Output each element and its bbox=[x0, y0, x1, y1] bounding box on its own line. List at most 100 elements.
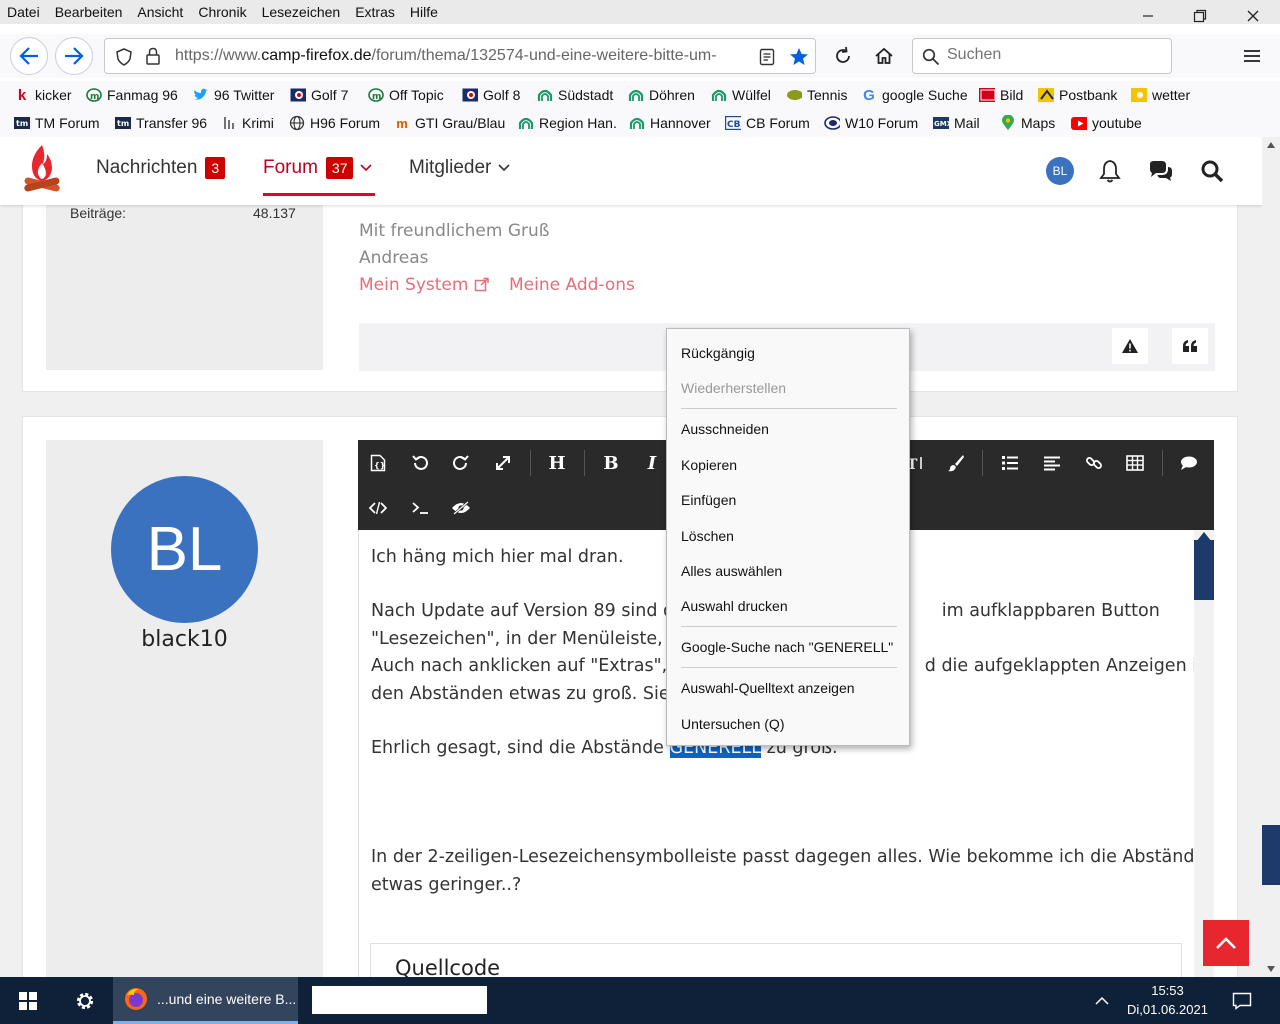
reload-button[interactable] bbox=[829, 42, 857, 70]
bookmark-transfer-96[interactable]: tm Transfer 96 bbox=[115, 109, 207, 137]
quote-block-button[interactable] bbox=[1175, 449, 1203, 477]
list-button[interactable] bbox=[996, 449, 1024, 477]
bookmark-hannover[interactable]: Hannover bbox=[629, 109, 711, 137]
page-scrollbar-thumb[interactable] bbox=[1262, 825, 1280, 885]
reply-author-avatar[interactable]: BL bbox=[111, 476, 258, 623]
bold-button[interactable]: B bbox=[597, 449, 625, 477]
user-avatar[interactable]: BL bbox=[1046, 157, 1074, 185]
bookmark-postbank[interactable]: Postbank bbox=[1038, 81, 1117, 109]
bookmark-google-suche[interactable]: Ggoogle Suche bbox=[861, 81, 967, 109]
bookmark-bild[interactable]: Bild bbox=[979, 81, 1023, 109]
bookmark-doehren[interactable]: Döhren bbox=[628, 81, 695, 109]
settings-taskbar-button[interactable] bbox=[60, 977, 110, 1024]
toggle-source-button[interactable]: {} bbox=[364, 449, 392, 477]
reader-view-icon[interactable] bbox=[759, 48, 775, 66]
bookmark-wetter[interactable]: wetter bbox=[1131, 81, 1190, 109]
bookmark-tennis[interactable]: Tennis bbox=[786, 81, 847, 109]
code-button[interactable] bbox=[364, 494, 392, 522]
shield-icon[interactable] bbox=[115, 48, 133, 66]
campfire-logo[interactable] bbox=[22, 141, 62, 202]
redo-button[interactable] bbox=[447, 449, 475, 477]
menu-chronik[interactable]: Chronik bbox=[191, 0, 254, 24]
url-bar[interactable]: https://www.camp-firefox.de/forum/thema/… bbox=[104, 38, 816, 74]
system-clock[interactable]: 15:53 Di,01.06.2021 bbox=[1120, 981, 1215, 1019]
close-window-button[interactable] bbox=[1230, 0, 1276, 32]
back-button[interactable] bbox=[10, 37, 48, 75]
bookmark-wuelfel[interactable]: Wülfel bbox=[711, 81, 771, 109]
menu-hilfe[interactable]: Hilfe bbox=[403, 0, 446, 24]
heading-button[interactable]: H bbox=[543, 449, 571, 477]
bookmark-off-topic[interactable]: m Off Topic bbox=[368, 81, 444, 109]
search-input[interactable] bbox=[947, 46, 1157, 64]
context-copy[interactable]: Kopieren bbox=[681, 455, 901, 475]
taskbar-blank-window[interactable] bbox=[312, 986, 487, 1014]
report-button[interactable] bbox=[1112, 328, 1148, 364]
bookmark-h96-forum[interactable]: H96 Forum bbox=[289, 109, 380, 137]
site-search-button[interactable] bbox=[1198, 157, 1226, 185]
url-text[interactable]: https://www.camp-firefox.de/forum/thema/… bbox=[175, 47, 750, 65]
bookmark-cb-forum[interactable]: CB CB Forum bbox=[725, 109, 810, 137]
bookmark-region-han[interactable]: Region Han. bbox=[518, 109, 617, 137]
link-mein-system[interactable]: Mein System bbox=[359, 275, 490, 295]
fullscreen-button[interactable] bbox=[489, 449, 517, 477]
restore-button[interactable] bbox=[1177, 0, 1223, 32]
menu-lesezeichen[interactable]: Lesezeichen bbox=[255, 0, 349, 24]
link-meine-addons[interactable]: Meine Add-ons bbox=[509, 275, 635, 295]
context-cut[interactable]: Ausschneiden bbox=[681, 419, 901, 439]
reply-author-username[interactable]: black10 bbox=[46, 627, 323, 652]
notifications-button[interactable] bbox=[1096, 157, 1124, 185]
context-print-selection[interactable]: Auswahl drucken bbox=[681, 596, 901, 616]
bookmark-golf-7[interactable]: Golf 7 bbox=[290, 81, 348, 109]
italic-button[interactable]: I bbox=[638, 449, 666, 477]
menu-bearbeiten[interactable]: Bearbeiten bbox=[48, 0, 131, 24]
bookmark-suedstadt[interactable]: Südstadt bbox=[537, 81, 613, 109]
bookmark-golf-8[interactable]: Golf 8 bbox=[462, 81, 520, 109]
firefox-taskbar-button[interactable]: ...und eine weitere B... bbox=[113, 977, 298, 1024]
bookmark-gti-grau-blau[interactable]: m GTI Grau/Blau bbox=[394, 109, 505, 137]
bookmark-youtube[interactable]: youtube bbox=[1071, 109, 1142, 137]
undo-button[interactable] bbox=[406, 449, 434, 477]
bookmark-mail[interactable]: GMX Mail bbox=[933, 109, 980, 137]
spoiler-button[interactable] bbox=[447, 494, 475, 522]
page-scrollbar[interactable] bbox=[1262, 137, 1280, 977]
conversations-button[interactable] bbox=[1147, 157, 1175, 185]
alignment-button[interactable] bbox=[1038, 449, 1066, 477]
table-button[interactable] bbox=[1121, 449, 1149, 477]
bookmark-maps[interactable]: Maps bbox=[1000, 109, 1055, 137]
inline-code-button[interactable] bbox=[406, 494, 434, 522]
forward-button[interactable] bbox=[55, 37, 93, 75]
bookmark-star-icon[interactable] bbox=[789, 47, 809, 67]
menu-datei[interactable]: Datei bbox=[0, 0, 48, 24]
context-select-all[interactable]: Alles auswählen bbox=[681, 561, 901, 581]
context-paste[interactable]: Einfügen bbox=[681, 490, 901, 510]
nav-mitglieder[interactable]: Mitglieder bbox=[409, 157, 511, 179]
editor-scrollbar-thumb[interactable] bbox=[1194, 540, 1214, 600]
link-button[interactable] bbox=[1080, 449, 1108, 477]
nav-nachrichten[interactable]: Nachrichten 3 bbox=[96, 157, 226, 179]
app-menu-button[interactable] bbox=[1238, 42, 1266, 70]
editor-scrollbar[interactable] bbox=[1194, 530, 1214, 977]
bookmark-fanmag-96[interactable]: m Fanmag 96 bbox=[86, 81, 178, 109]
bookmark-kicker[interactable]: k kicker bbox=[14, 81, 72, 109]
search-bar[interactable] bbox=[912, 38, 1172, 74]
start-button[interactable] bbox=[0, 977, 56, 1024]
bookmark-w10-forum[interactable]: W10 Forum bbox=[824, 109, 918, 137]
context-view-selection-source[interactable]: Auswahl-Quelltext anzeigen bbox=[681, 678, 901, 698]
show-hidden-icons-button[interactable] bbox=[1088, 977, 1116, 1024]
action-center-button[interactable] bbox=[1222, 977, 1262, 1024]
context-delete[interactable]: Löschen bbox=[681, 526, 901, 546]
scroll-to-top-button[interactable] bbox=[1203, 920, 1249, 966]
minimize-button[interactable] bbox=[1125, 0, 1171, 32]
menu-extras[interactable]: Extras bbox=[348, 0, 403, 24]
bookmark-krimi[interactable]: Krimi bbox=[221, 109, 274, 137]
lock-icon[interactable] bbox=[145, 47, 161, 65]
quote-button[interactable] bbox=[1172, 328, 1208, 364]
nav-forum[interactable]: Forum 37 bbox=[263, 157, 373, 179]
font-color-button[interactable] bbox=[942, 449, 970, 477]
bookmark-tm-forum[interactable]: tm TM Forum bbox=[14, 109, 100, 137]
bookmark-96-twitter[interactable]: 96 Twitter bbox=[193, 81, 274, 109]
context-google-search[interactable]: Google-Suche nach "GENERELL" bbox=[681, 637, 901, 657]
menu-ansicht[interactable]: Ansicht bbox=[130, 0, 191, 24]
context-inspect[interactable]: Untersuchen (Q) bbox=[681, 714, 901, 734]
home-button[interactable] bbox=[870, 42, 898, 70]
